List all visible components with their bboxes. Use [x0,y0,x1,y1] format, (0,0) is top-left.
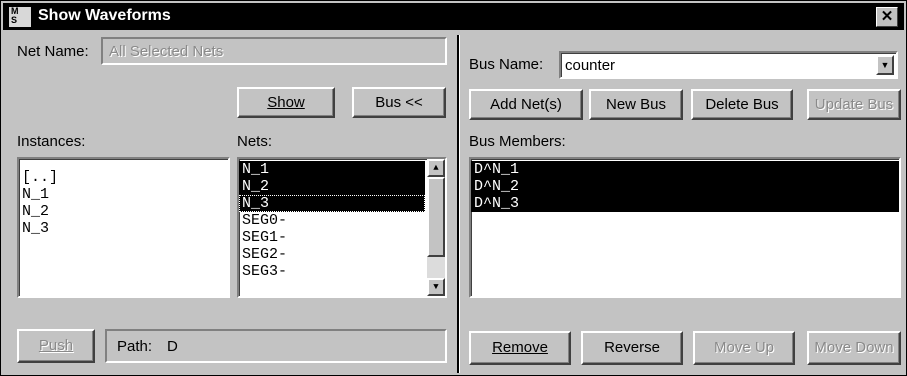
bus-button-label: Bus << [375,94,423,111]
move-up-button[interactable]: Move Up [693,331,795,365]
nets-list[interactable]: N_1 N_2 N_3 SEG0- SEG1- SEG2- SEG3- ▲ ▼ [237,157,447,298]
show-waveforms-window: M S Show Waveforms ✕ Net Name: All Selec… [0,0,907,376]
remove-button[interactable]: Remove [469,331,571,365]
net-item[interactable]: N_1 [239,161,425,178]
path-value: D [167,338,178,355]
bus-member-item[interactable]: D^N_1 [471,161,899,178]
show-button[interactable]: Show [237,87,335,118]
app-icon: M S [9,7,31,27]
instances-list[interactable]: [..] N_1 N_2 N_3 [17,157,230,298]
scroll-thumb[interactable] [427,177,445,257]
bus-members-label: Bus Members: [469,133,566,150]
nets-label: Nets: [237,133,273,150]
instances-label: Instances: [17,133,86,150]
nets-scrollbar[interactable]: ▲ ▼ [427,159,445,296]
push-button[interactable]: Push [17,329,95,363]
bus-members-list[interactable]: D^N_1 D^N_2 D^N_3 [469,157,901,298]
net-name-label: Net Name: [17,43,89,60]
bus-member-item[interactable]: D^N_3 [471,195,899,212]
scroll-down-icon[interactable]: ▼ [427,278,445,296]
path-label: Path: [117,338,153,355]
bus-name-label: Bus Name: [469,56,544,73]
instance-item[interactable]: N_2 [19,203,228,220]
new-bus-button[interactable]: New Bus [589,89,683,120]
net-item[interactable]: SEG3- [239,263,425,280]
move-down-button[interactable]: Move Down [807,331,901,365]
add-nets-label: Add Net(s) [490,96,562,113]
bus-member-item[interactable]: D^N_2 [471,178,899,195]
instance-item[interactable]: N_3 [19,220,228,237]
window-title: Show Waveforms [38,7,171,24]
net-item[interactable]: N_3 [239,195,425,212]
delete-bus-button[interactable]: Delete Bus [691,89,793,120]
chevron-down-icon[interactable]: ▼ [876,55,894,75]
net-item[interactable]: N_2 [239,178,425,195]
pane-divider-highlight [459,35,460,373]
bus-name-value: counter [565,57,616,74]
move-down-label: Move Down [814,339,894,356]
remove-button-label: Remove [492,339,548,356]
update-bus-label: Update Bus [814,96,894,113]
net-item[interactable]: SEG0- [239,212,425,229]
app-icon-letter-bottom: S [11,15,18,25]
move-up-label: Move Up [713,339,775,356]
net-name-value: All Selected Nets [109,43,224,60]
delete-bus-label: Delete Bus [705,96,779,113]
instance-item[interactable]: N_1 [19,186,228,203]
reverse-button-label: Reverse [604,339,660,356]
new-bus-label: New Bus [605,96,667,113]
close-icon[interactable]: ✕ [876,7,898,27]
push-button-label: Push [38,337,74,354]
net-item[interactable]: SEG1- [239,229,425,246]
show-button-label: Show [267,94,305,111]
bus-name-combo[interactable]: counter ▼ [559,51,898,79]
add-nets-button[interactable]: Add Net(s) [469,89,583,120]
scroll-up-icon[interactable]: ▲ [427,159,445,177]
net-item[interactable]: SEG2- [239,246,425,263]
net-name-field[interactable]: All Selected Nets [101,37,447,65]
instance-item[interactable]: [..] [19,169,228,186]
update-bus-button[interactable]: Update Bus [807,89,901,120]
path-field: Path: D [105,329,447,363]
bus-collapse-button[interactable]: Bus << [352,87,446,118]
title-bar[interactable]: M S Show Waveforms ✕ [3,3,904,30]
reverse-button[interactable]: Reverse [581,331,683,365]
